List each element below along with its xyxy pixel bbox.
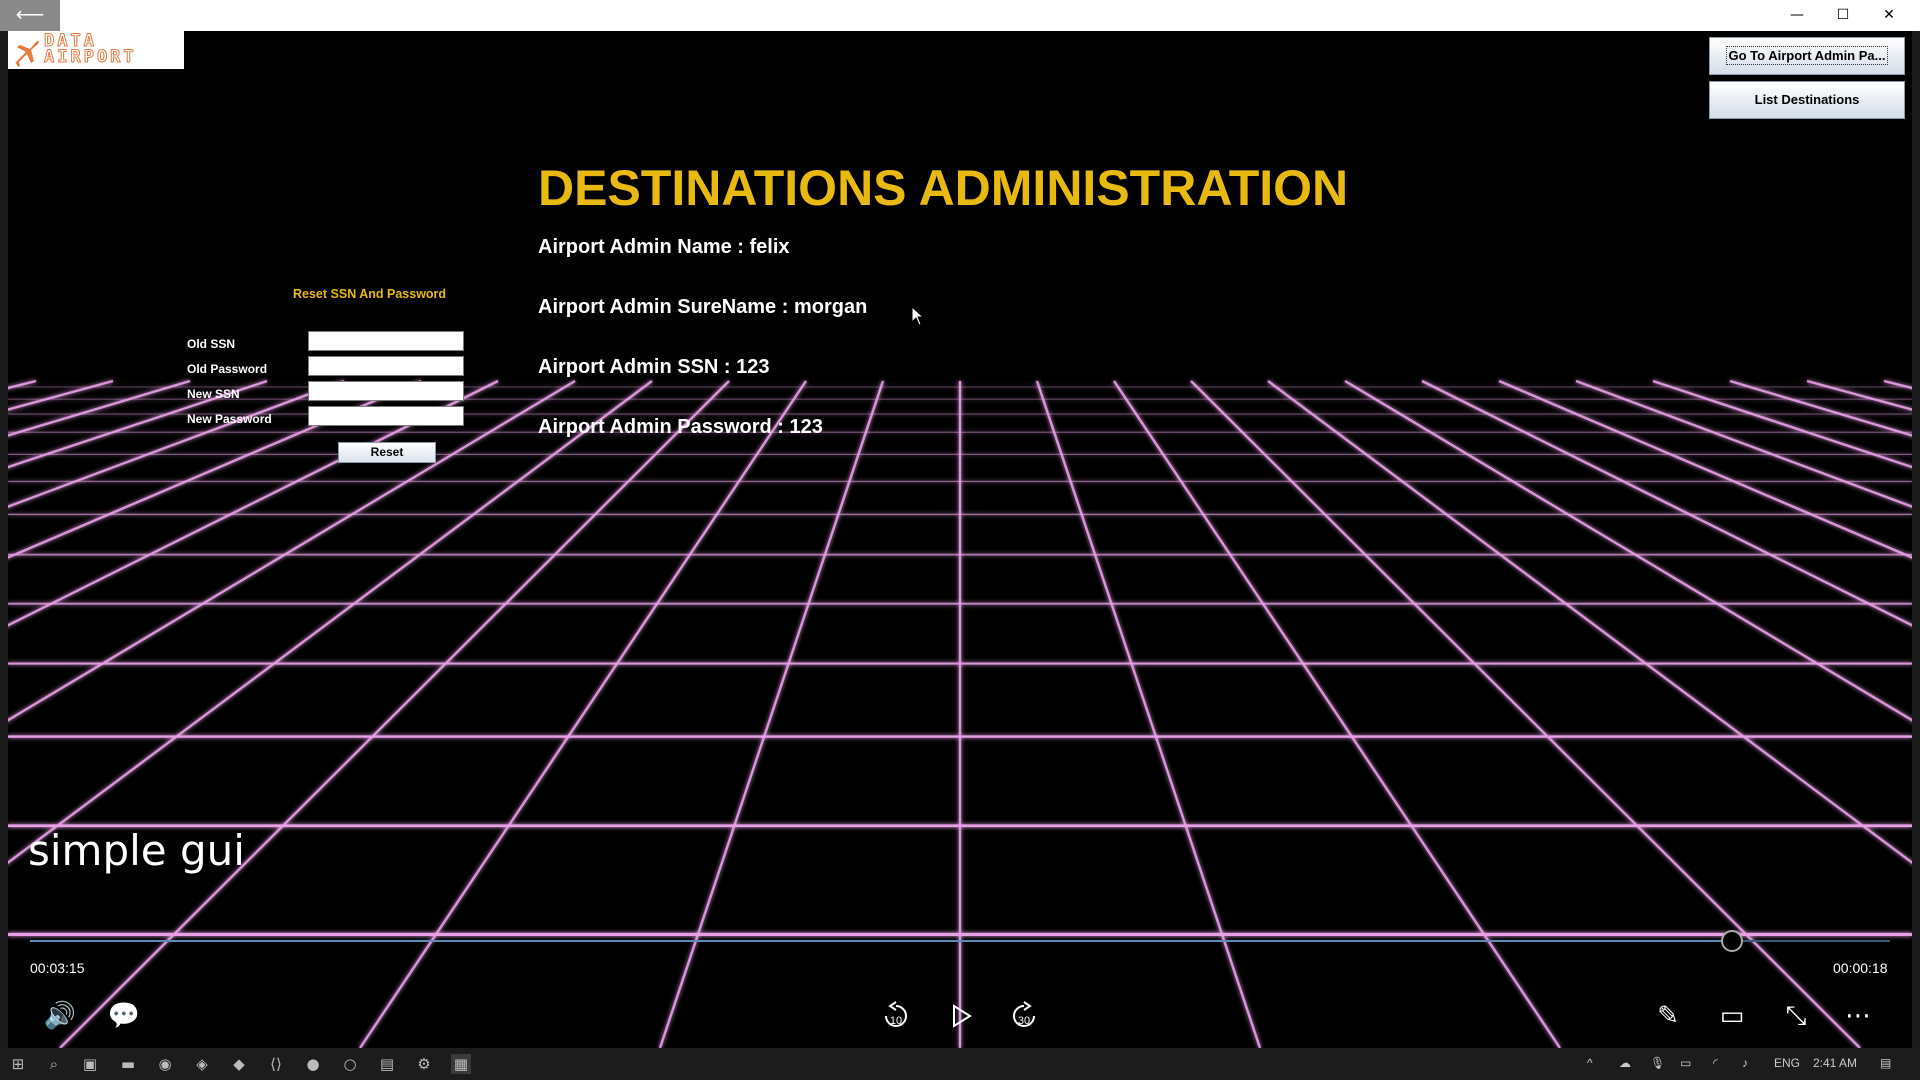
reset-form-title: Reset SSN And Password — [293, 287, 447, 301]
mini-view-icon[interactable]: ▭ — [1712, 996, 1752, 1036]
window-title-bar: ⟵ — ☐ ✕ — [0, 0, 1920, 31]
onedrive-icon[interactable]: ☁ — [1619, 1056, 1631, 1070]
remaining-time: 00:00:18 — [1833, 960, 1888, 976]
logo-text: DATA AIRPORT — [44, 32, 137, 67]
more-options-icon[interactable]: ⋯ — [1838, 996, 1878, 1036]
svg-text:10: 10 — [890, 1015, 902, 1027]
elapsed-time: 00:03:15 — [30, 960, 85, 976]
new-password-label: New Password — [187, 412, 272, 426]
new-ssn-input[interactable] — [308, 381, 464, 401]
eclipse-icon[interactable]: ○ — [340, 1054, 360, 1074]
admin-password-text: Airport Admin Password : 123 — [538, 416, 823, 438]
browser-icon[interactable]: ◈ — [192, 1054, 212, 1074]
old-password-label: Old Password — [187, 362, 268, 376]
new-password-input[interactable] — [308, 406, 464, 426]
chrome-icon[interactable]: ◉ — [155, 1054, 175, 1074]
skip-back-10-icon[interactable]: 10 — [876, 996, 916, 1036]
speaker-icon[interactable]: ♪ — [1742, 1056, 1748, 1070]
svg-text:30: 30 — [1018, 1015, 1030, 1027]
logo-text-line2: AIRPORT — [44, 47, 137, 67]
pencil-icon[interactable]: ✎ — [1648, 996, 1688, 1036]
file-explorer-icon[interactable]: ▬ — [118, 1054, 138, 1074]
window-border-left — [0, 31, 8, 1048]
reset-button[interactable]: Reset — [338, 442, 436, 463]
old-password-input[interactable] — [308, 356, 464, 376]
subtitles-icon[interactable]: 💬 — [104, 996, 144, 1036]
old-ssn-label: Old SSN — [187, 337, 236, 351]
go-to-airport-admin-button[interactable]: Go To Airport Admin Pa... — [1709, 37, 1905, 75]
maximize-icon[interactable]: ☐ — [1820, 0, 1866, 31]
language-indicator[interactable]: ENG — [1774, 1056, 1800, 1070]
tray-chevron-icon[interactable]: ^ — [1587, 1056, 1593, 1070]
windows-start-icon[interactable]: ⊞ — [8, 1054, 28, 1074]
list-destinations-button[interactable]: List Destinations — [1709, 81, 1905, 119]
minimize-icon[interactable]: — — [1774, 0, 1820, 31]
airplane-icon — [15, 40, 39, 67]
taskbar — [0, 1048, 1920, 1080]
old-ssn-input[interactable] — [308, 331, 464, 351]
skip-forward-30-icon[interactable]: 30 — [1004, 996, 1044, 1036]
ide-icon[interactable]: ▤ — [377, 1054, 397, 1074]
clock[interactable]: 2:41 AM — [1813, 1056, 1857, 1070]
back-arrow-icon[interactable]: ⟵ — [0, 0, 60, 31]
video-caption: simple gui — [28, 826, 245, 875]
seek-thumb[interactable] — [1720, 930, 1743, 952]
admin-name-text: Airport Admin Name : felix — [538, 236, 790, 258]
window-border-right — [1912, 31, 1920, 1048]
play-icon[interactable] — [940, 996, 980, 1036]
notifications-icon[interactable]: ▤ — [1880, 1056, 1891, 1070]
new-ssn-label: New SSN — [187, 387, 240, 401]
wifi-icon[interactable]: ◜ — [1713, 1056, 1718, 1070]
admin-ssn-text: Airport Admin SSN : 123 — [538, 356, 770, 378]
battery-icon[interactable]: ▭ — [1680, 1056, 1691, 1070]
app-canvas: DATA AIRPORT Go To Airport Admin Pa... L… — [8, 31, 1912, 1048]
volume-icon[interactable]: 🔊 — [40, 996, 80, 1036]
app-icon[interactable]: ◆ — [229, 1054, 249, 1074]
vscode-icon[interactable]: ⟨⟩ — [266, 1054, 286, 1074]
seek-bar-progress — [30, 940, 1732, 942]
exit-fullscreen-icon[interactable]: ⤡ — [1776, 996, 1816, 1036]
page-title: DESTINATIONS ADMINISTRATION — [538, 160, 1349, 216]
movies-tv-icon[interactable]: ▦ — [451, 1054, 471, 1074]
settings-gear-icon[interactable]: ⚙ — [414, 1054, 434, 1074]
folder-icon[interactable]: ● — [303, 1054, 323, 1074]
mouse-cursor — [911, 306, 925, 326]
close-icon[interactable]: ✕ — [1866, 0, 1912, 31]
search-icon[interactable]: ⌕ — [44, 1054, 64, 1074]
task-view-icon[interactable]: ▣ — [80, 1054, 100, 1074]
data-airport-logo: DATA AIRPORT — [8, 31, 184, 69]
microphone-icon[interactable]: 🎙 — [1650, 1056, 1665, 1070]
admin-surname-text: Airport Admin SureName : morgan — [538, 296, 868, 318]
